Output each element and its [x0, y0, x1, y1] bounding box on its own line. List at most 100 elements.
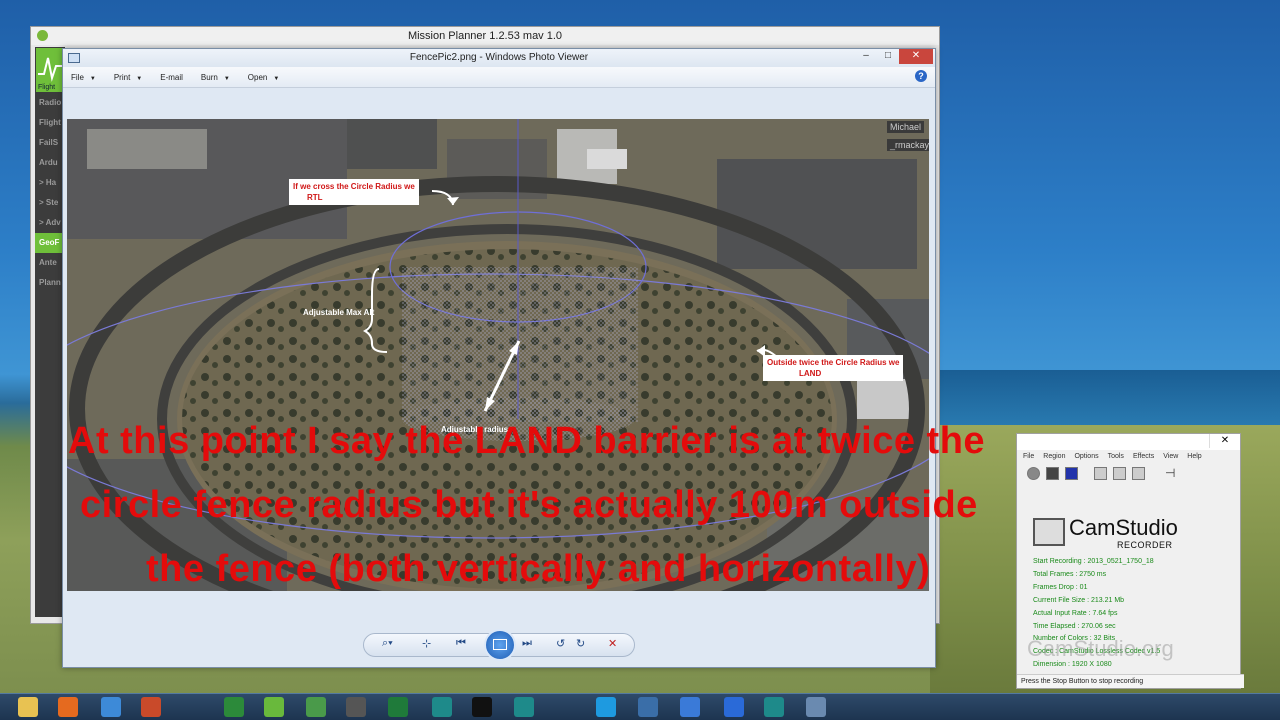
cmd-icon[interactable]: [472, 697, 492, 717]
flight-data-logo[interactable]: Flight: [36, 48, 64, 92]
playback-controls: ⌕▾ ⊹ ⏮ ⏭ ↺ ↻ ✕: [363, 629, 635, 661]
caption-line-3: the fence (both vertically and horizonta…: [146, 548, 931, 590]
overlay-name-2: _rmackay: [887, 139, 929, 151]
cs-menu-help[interactable]: Help: [1187, 450, 1201, 464]
slideshow-button[interactable]: [484, 629, 516, 661]
camstudio-toolbar: ⊣: [1017, 464, 1240, 482]
region-icon[interactable]: [1094, 466, 1107, 480]
caption-line-2: circle fence radius but it's actually 10…: [80, 484, 978, 526]
camstudio-close-button[interactable]: ✕: [1209, 434, 1240, 448]
camstudio-sub: RECORDER: [1117, 540, 1173, 550]
sidebar-item[interactable]: Plann: [35, 273, 65, 293]
camstudio-logo: CamStudio RECORDER: [1033, 512, 1213, 552]
close-button[interactable]: ✕: [899, 49, 933, 64]
camstudio-logo-icon: [1033, 518, 1065, 546]
record-icon[interactable]: [1027, 466, 1040, 480]
actual-size-icon[interactable]: ⊹: [422, 637, 431, 650]
photo-viewer-menubar: File ▼ Print ▼ E-mail Burn ▼ Open ▼ ?: [63, 67, 935, 88]
sidebar-item[interactable]: Ardu: [35, 153, 65, 173]
stop-icon[interactable]: [1065, 466, 1078, 480]
previous-icon[interactable]: ⏮: [456, 637, 466, 650]
menu-print[interactable]: Print ▼: [114, 73, 142, 82]
land-line2: LAND: [799, 369, 822, 378]
photo-viewer-icon[interactable]: [638, 697, 658, 717]
firefox-icon[interactable]: [58, 697, 78, 717]
next-icon[interactable]: ⏭: [522, 637, 532, 650]
cs-menu-options[interactable]: Options: [1074, 450, 1098, 464]
stat-frames: Total Frames : 2750 ms: [1033, 570, 1107, 578]
chart-icon[interactable]: [306, 697, 326, 717]
arduino3-icon[interactable]: [764, 697, 784, 717]
screen-icon[interactable]: [806, 697, 826, 717]
explorer-icon[interactable]: [18, 697, 38, 717]
mission-planner-icon: [37, 30, 48, 41]
land-line1: Outside twice the Circle Radius we: [767, 358, 900, 367]
rtl-line1: If we cross the Circle Radius we: [293, 182, 415, 191]
stat-rate: Actual Input Rate : 7.64 fps: [1033, 609, 1118, 617]
help-icon[interactable]: ?: [915, 70, 927, 82]
camstudio-status: Press the Stop Button to stop recording: [1017, 674, 1244, 688]
arduino2-icon[interactable]: [514, 697, 534, 717]
xbmc-icon[interactable]: [224, 697, 244, 717]
sidebar-item[interactable]: Radio: [35, 93, 65, 113]
minimize-button[interactable]: –: [855, 49, 877, 64]
pulse-icon: [38, 57, 62, 82]
skype-icon[interactable]: [596, 697, 616, 717]
camstudio-name: CamStudio: [1069, 515, 1178, 540]
rotate-left-icon[interactable]: ↺: [556, 637, 565, 650]
photo-viewer-icon: [68, 53, 80, 63]
window-buttons: – □ ✕: [855, 49, 933, 64]
sidebar-item[interactable]: Ante: [35, 253, 65, 273]
camstudio-watermark: CamStudio.org: [1027, 636, 1174, 661]
stat-start: Start Recording : 2013_0521_1750_18: [1033, 558, 1154, 565]
mission-planner-sidebar: Flight Radio Flight FailS Ardu > Ha > Ste > Ad…: [35, 47, 65, 617]
overlay-name-1: Michael: [887, 121, 925, 133]
camstudio-titlebar[interactable]: ✕: [1017, 434, 1240, 450]
camstudio-menubar: File Region Options Tools Effects View H…: [1017, 450, 1240, 464]
excel-icon[interactable]: [388, 697, 408, 717]
cursor-icon[interactable]: ⊣: [1165, 467, 1176, 479]
menu-open[interactable]: Open ▼: [248, 73, 280, 82]
sidebar-item[interactable]: > Ste: [35, 193, 65, 213]
cs-menu-region[interactable]: Region: [1043, 450, 1065, 464]
land-annotation: Outside twice the Circle Radius we LAND: [763, 355, 904, 381]
sidebar-item[interactable]: Flight: [35, 113, 65, 133]
app-icon[interactable]: [101, 697, 121, 717]
mission-planner-icon[interactable]: [264, 697, 284, 717]
cs-menu-file[interactable]: File: [1023, 450, 1034, 464]
dropbox-icon[interactable]: [724, 697, 744, 717]
mp-icon[interactable]: [346, 697, 366, 717]
photo-viewer-titlebar[interactable]: FencePic2.png - Windows Photo Viewer – □…: [63, 49, 935, 67]
sidebar-item[interactable]: > Adv: [35, 213, 65, 233]
camstudio-window[interactable]: ✕ File Region Options Tools Effects View…: [1016, 433, 1244, 689]
pause-icon[interactable]: [1046, 466, 1059, 480]
sidebar-item[interactable]: FailS: [35, 133, 65, 153]
cs-menu-tools[interactable]: Tools: [1108, 450, 1124, 464]
media-icon[interactable]: [141, 697, 161, 717]
arduino-icon[interactable]: [432, 697, 452, 717]
stat-drop: Frames Drop : 01: [1033, 583, 1088, 591]
menu-file[interactable]: File ▼: [71, 73, 96, 82]
zoom-icon[interactable]: ⌕▾: [382, 637, 393, 650]
annotate-icon[interactable]: [1132, 466, 1145, 480]
options-icon[interactable]: [1113, 466, 1126, 480]
maximize-button[interactable]: □: [877, 49, 899, 64]
menu-email[interactable]: E-mail: [160, 73, 183, 82]
stat-size: Current File Size : 213.21 Mb: [1033, 596, 1125, 604]
sidebar-item[interactable]: GeoF: [35, 233, 65, 253]
cs-menu-view[interactable]: View: [1163, 450, 1178, 464]
delete-icon[interactable]: ✕: [608, 637, 617, 650]
cs-menu-effects[interactable]: Effects: [1133, 450, 1154, 464]
rotate-right-icon[interactable]: ↻: [576, 637, 585, 650]
itunes-icon[interactable]: [680, 697, 700, 717]
mission-planner-titlebar[interactable]: Mission Planner 1.2.53 mav 1.0: [31, 27, 939, 45]
menu-burn[interactable]: Burn ▼: [201, 73, 230, 82]
sidebar-item[interactable]: > Ha: [35, 173, 65, 193]
taskbar: [0, 693, 1280, 720]
max-alt-annotation: Adjustable Max Alt: [303, 308, 375, 317]
logo-label: Flight: [38, 84, 56, 91]
rtl-annotation: If we cross the Circle Radius we RTL: [289, 179, 419, 205]
caption-line-1: At this point I say the LAND barrier is …: [68, 420, 986, 462]
photo-viewer-title: FencePic2.png - Windows Photo Viewer: [409, 52, 589, 63]
mission-planner-title: Mission Planner 1.2.53 mav 1.0: [407, 30, 563, 42]
